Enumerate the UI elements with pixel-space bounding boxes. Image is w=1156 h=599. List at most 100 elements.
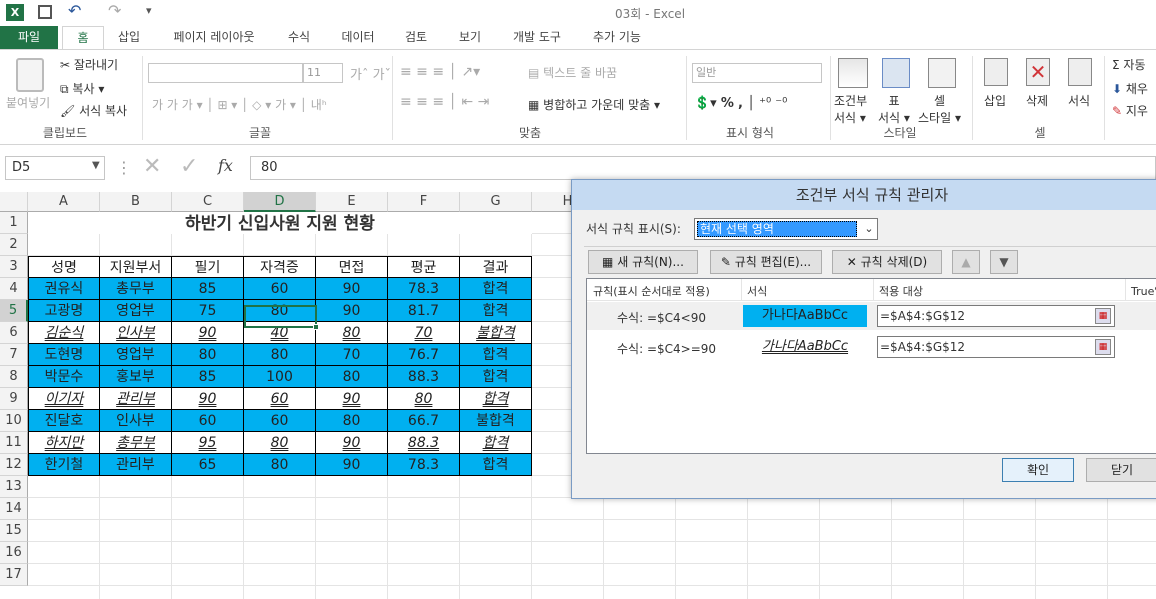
table-cell[interactable]: 도현명	[28, 344, 100, 366]
delete-cells-icon[interactable]: ✕	[1026, 58, 1050, 86]
table-cell[interactable]: 66.7	[388, 410, 460, 432]
conditional-format-icon[interactable]	[838, 58, 868, 88]
table-cell[interactable]: 이기자	[28, 388, 100, 410]
row-header[interactable]: 10	[0, 410, 28, 432]
table-cell[interactable]: 김순식	[28, 322, 100, 344]
format-cells-icon[interactable]	[1068, 58, 1092, 86]
paste-button[interactable]: 붙여넣기	[6, 94, 50, 111]
table-cell[interactable]: 합격	[460, 366, 532, 388]
tab-view[interactable]: 보기	[448, 26, 492, 50]
format-painter-button[interactable]: 서식 복사	[79, 104, 127, 118]
row-header[interactable]: 17	[0, 564, 28, 586]
column-header[interactable]: F	[388, 192, 460, 212]
table-cell[interactable]: 80	[244, 432, 316, 454]
row-header[interactable]: 16	[0, 542, 28, 564]
table-cell[interactable]: 합격	[460, 454, 532, 476]
table-cell[interactable]: 불합격	[460, 322, 532, 344]
row-header[interactable]: 4	[0, 278, 28, 300]
table-cell[interactable]: 80	[244, 454, 316, 476]
tab-home[interactable]: 홈	[62, 26, 104, 50]
row-header[interactable]: 7	[0, 344, 28, 366]
table-cell[interactable]: 한기철	[28, 454, 100, 476]
table-cell[interactable]: 인사부	[100, 410, 172, 432]
show-rules-select[interactable]: 현재 선택 영역 ⌄	[694, 218, 878, 240]
column-header[interactable]: D	[244, 192, 316, 212]
fill-button[interactable]: ⬇ 채우	[1112, 80, 1148, 97]
row-header[interactable]: 5	[0, 300, 28, 322]
table-cell[interactable]: 영업부	[100, 344, 172, 366]
row-header[interactable]: 3	[0, 256, 28, 278]
move-up-button[interactable]: ▲	[952, 250, 980, 274]
table-cell[interactable]: 78.3	[388, 278, 460, 300]
font-style-buttons[interactable]: 가 가 가 ▾ │ ⊞ ▾ │ ◇ ▾ 가 ▾ │ 내ʰ	[152, 96, 327, 113]
insert-function-icon[interactable]: fx	[218, 156, 233, 175]
table-cell[interactable]: 불합격	[460, 410, 532, 432]
new-rule-button[interactable]: ▦ 새 규칙(N)...	[588, 250, 698, 274]
select-all-corner[interactable]	[0, 192, 28, 212]
row-header[interactable]: 12	[0, 454, 28, 476]
table-cell[interactable]: 88.3	[388, 432, 460, 454]
table-cell[interactable]: 합격	[460, 300, 532, 322]
align-horizontal-icons[interactable]: ≡ ≡ ≡ │ ⇤ ⇥	[400, 94, 489, 110]
row-header[interactable]: 8	[0, 366, 28, 388]
edit-rule-button[interactable]: ✎ 규칙 편집(E)...	[710, 250, 822, 274]
table-cell[interactable]: 90	[172, 388, 244, 410]
column-header[interactable]: C	[172, 192, 244, 212]
tab-data[interactable]: 데이터	[332, 26, 384, 50]
active-cell[interactable]	[244, 305, 317, 328]
sheet-title[interactable]: 하반기 신입사원 지원 현황	[28, 212, 532, 234]
table-cell[interactable]: 90	[316, 300, 388, 322]
row-header[interactable]: 2	[0, 234, 28, 256]
table-cell[interactable]: 총무부	[100, 278, 172, 300]
range-picker-icon[interactable]: ▦	[1095, 339, 1111, 355]
table-cell[interactable]: 81.7	[388, 300, 460, 322]
table-cell[interactable]: 60	[244, 278, 316, 300]
table-cell[interactable]: 95	[172, 432, 244, 454]
table-cell[interactable]: 100	[244, 366, 316, 388]
tab-page-layout[interactable]: 페이지 레이아웃	[160, 26, 268, 50]
column-header[interactable]: A	[28, 192, 100, 212]
table-cell[interactable]: 85	[172, 366, 244, 388]
row-header[interactable]: 13	[0, 476, 28, 498]
cell-styles-button[interactable]: 셀 스타일 ▾	[918, 92, 961, 126]
rule-row[interactable]: 수식: =$C4>=90 가나다AaBbCc =$A$4:$G$12 ▦	[587, 333, 1156, 361]
table-cell[interactable]: 90	[316, 432, 388, 454]
cell-styles-icon[interactable]	[928, 58, 956, 88]
tab-addins[interactable]: 추가 기능	[584, 26, 650, 50]
delete-rule-button[interactable]: ✕ 규칙 삭제(D)	[832, 250, 942, 274]
col-applies[interactable]: 적용 대상	[879, 283, 923, 299]
range-picker-icon[interactable]: ▦	[1095, 308, 1111, 324]
table-header-cell[interactable]: 성명	[28, 256, 100, 278]
column-header[interactable]: G	[460, 192, 532, 212]
row-header[interactable]: 11	[0, 432, 28, 454]
row-header[interactable]: 14	[0, 498, 28, 520]
table-cell[interactable]: 70	[316, 344, 388, 366]
table-cell[interactable]: 75	[172, 300, 244, 322]
table-header-cell[interactable]: 면접	[316, 256, 388, 278]
table-header-cell[interactable]: 결과	[460, 256, 532, 278]
table-cell[interactable]: 합격	[460, 278, 532, 300]
column-header[interactable]: E	[316, 192, 388, 212]
table-cell[interactable]: 진달호	[28, 410, 100, 432]
insert-cells-button[interactable]: 삽입	[984, 92, 1006, 109]
col-rule[interactable]: 규칙(표시 순서대로 적용)	[593, 283, 710, 299]
name-box-dropdown-icon[interactable]: ▼	[92, 160, 100, 171]
tab-developer[interactable]: 개발 도구	[502, 26, 572, 50]
table-cell[interactable]: 90	[172, 322, 244, 344]
grow-font-icon[interactable]: 가ˆ 가ˇ	[350, 64, 391, 83]
format-painter-icon[interactable]: 🖌	[60, 104, 75, 118]
fill-handle[interactable]	[313, 324, 319, 330]
enter-icon[interactable]: ✓	[180, 154, 198, 179]
table-cell[interactable]: 80	[244, 344, 316, 366]
table-cell[interactable]: 80	[172, 344, 244, 366]
tab-file[interactable]: 파일	[0, 26, 58, 50]
table-cell[interactable]: 영업부	[100, 300, 172, 322]
font-size-combo[interactable]: 11	[303, 63, 343, 83]
copy-icon[interactable]: ⧉	[60, 82, 69, 96]
table-cell[interactable]: 박문수	[28, 366, 100, 388]
insert-cells-icon[interactable]	[984, 58, 1008, 86]
chevron-down-icon[interactable]: ⌄	[861, 220, 877, 238]
col-stop-if-true[interactable]: True일	[1131, 283, 1156, 299]
table-cell[interactable]: 80	[316, 366, 388, 388]
table-cell[interactable]: 78.3	[388, 454, 460, 476]
